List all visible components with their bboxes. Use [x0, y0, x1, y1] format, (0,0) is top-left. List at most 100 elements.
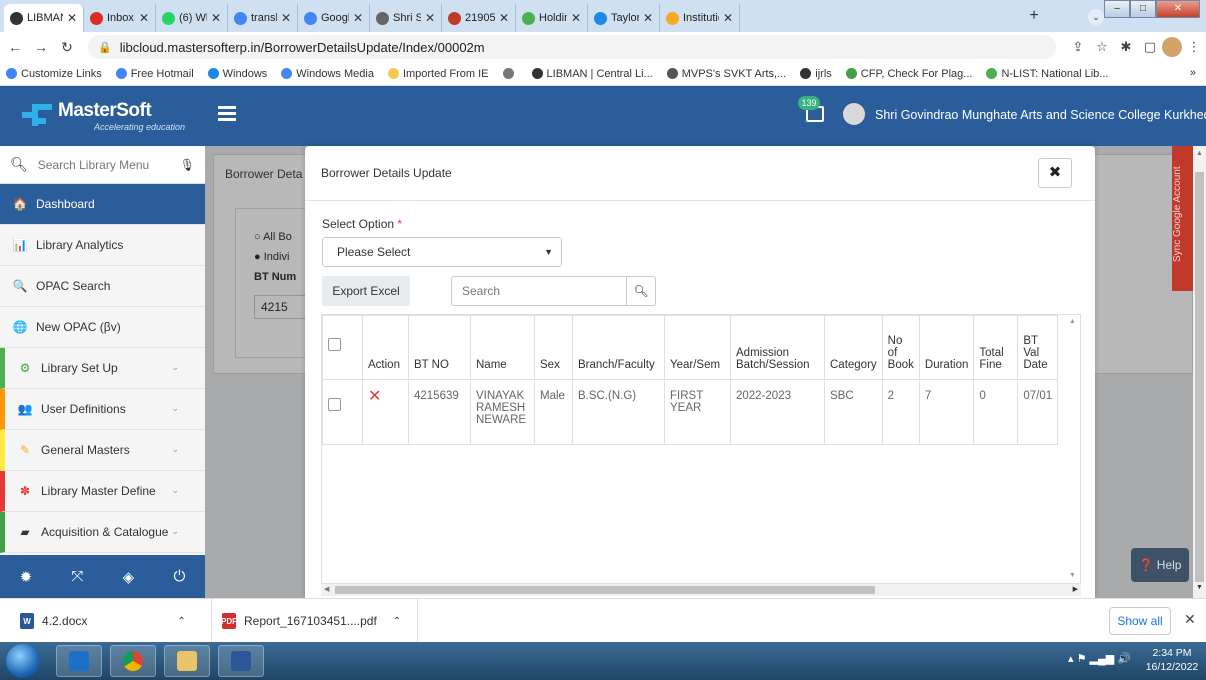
reload-icon[interactable]: ↻	[56, 39, 78, 56]
bookmark-icon	[800, 68, 812, 79]
delete-row-icon[interactable]: ✕	[368, 388, 381, 405]
bookmark-item[interactable]: LIBMAN | Central Li...	[531, 68, 653, 80]
browser-tab[interactable]: Institutio ✕	[660, 4, 740, 32]
show-all-downloads-button[interactable]: Show all	[1109, 607, 1171, 635]
sidebar-item-library-set-up[interactable]: ⚙ Library Set Up ⌄	[0, 348, 205, 389]
taskbar-clock[interactable]: 2:34 PM 16/12/2022	[1143, 646, 1201, 674]
tab-close-icon[interactable]: ✕	[67, 11, 77, 25]
select-all-checkbox[interactable]	[328, 337, 341, 351]
bookmark-item[interactable]: MVPS's SVKT Arts,...	[666, 68, 786, 80]
browser-tab[interactable]: Google ✕	[298, 4, 370, 32]
table-scroll-down[interactable]: ▼	[1069, 572, 1076, 579]
bookmark-item[interactable]	[502, 68, 518, 79]
browser-tab[interactable]: Shri Shiva ✕	[370, 4, 442, 32]
fullscreen-icon[interactable]: ⤧	[71, 568, 83, 585]
table-scroll-up[interactable]: ▲	[1069, 318, 1076, 325]
bookmark-item[interactable]: Windows	[207, 68, 267, 80]
bookmark-item[interactable]: Imported From IE	[387, 68, 489, 80]
tab-close-icon[interactable]: ✕	[139, 11, 149, 25]
bookmark-item[interactable]: Free Hotmail	[115, 68, 194, 80]
borrower-table: Action BT NO Name Sex Branch/Faculty Year/Sem…	[321, 314, 1081, 584]
system-tray-icons[interactable]: ▴ ⚑ ▂▄▆ 🔊	[1068, 652, 1131, 665]
modal-close-button[interactable]: ✖	[1038, 158, 1072, 188]
browser-tab[interactable]: (6) Whats ✕	[156, 4, 228, 32]
extensions-icon[interactable]: ✱	[1114, 39, 1138, 55]
sidebar-item-user-definitions[interactable]: 👥 User Definitions ⌄	[0, 389, 205, 430]
browser-tab[interactable]: Taylor & ✕	[588, 4, 660, 32]
share-icon[interactable]: ⇪	[1066, 39, 1090, 55]
url-field[interactable]: 🔒 libcloud.mastersofterp.in/BorrowerDeta…	[88, 35, 1056, 59]
taskbar-explorer[interactable]	[164, 645, 210, 677]
select-option-dropdown[interactable]: Please Select ▼	[322, 237, 562, 267]
taskbar-chrome[interactable]	[110, 645, 156, 677]
table-search-input[interactable]: Search	[451, 276, 627, 306]
back-icon[interactable]: ←	[4, 39, 26, 55]
bookmark-item[interactable]: N-LIST: National Lib...	[986, 68, 1108, 80]
sidepanel-icon[interactable]: ▢	[1138, 39, 1162, 55]
download-item[interactable]: W 4.2.docx ⌃	[10, 599, 212, 643]
microphone-icon[interactable]: 🎙	[180, 158, 195, 172]
sync-google-account-tab[interactable]: Sync Google Account	[1172, 146, 1194, 291]
export-excel-button[interactable]: Export Excel	[322, 276, 410, 306]
sidebar-item-library-analytics[interactable]: 📊 Library Analytics	[0, 225, 205, 266]
taskbar-word[interactable]	[218, 645, 264, 677]
power-icon[interactable]: ⏻	[173, 568, 185, 585]
user-avatar[interactable]	[843, 103, 865, 125]
sidebar-item-acquisition-catalogue[interactable]: ▰ Acquisition & Catalogue ⌄	[0, 512, 205, 553]
tab-close-icon[interactable]: ✕	[643, 11, 653, 25]
tab-close-icon[interactable]: ✕	[571, 11, 581, 25]
mastersoft-logo[interactable]: MasterSoft Accelerating education	[0, 86, 205, 146]
browser-tab[interactable]: Inbox (3 ✕	[84, 4, 156, 32]
browser-tab[interactable]: LIBMAN ✕	[4, 4, 84, 32]
column-header: Category	[824, 315, 883, 380]
sidebar-item-opac-search[interactable]: 🔍 OPAC Search	[0, 266, 205, 307]
sidebar-item-general-masters[interactable]: ✎ General Masters ⌄	[0, 430, 205, 471]
forward-icon[interactable]: →	[30, 39, 52, 55]
browser-tab[interactable]: Holdings ✕	[516, 4, 588, 32]
bookmark-item[interactable]: Customize Links	[6, 68, 102, 80]
bookmark-item[interactable]: Windows Media	[281, 68, 374, 80]
sidebar-item-icon: 🌐	[12, 320, 28, 334]
taskbar-outlook[interactable]	[56, 645, 102, 677]
tab-close-icon[interactable]: ✕	[723, 11, 733, 25]
bookmarks-more-icon[interactable]: »	[1190, 67, 1196, 79]
row-checkbox[interactable]	[328, 398, 341, 411]
tab-close-icon[interactable]: ✕	[499, 11, 509, 25]
bookmark-item[interactable]: ijrls	[800, 68, 832, 80]
search-library-menu[interactable]: 🔍︎ Search Library Menu 🎙	[0, 146, 205, 184]
download-item[interactable]: PDF Report_167103451....pdf ⌃	[212, 599, 418, 643]
tab-close-icon[interactable]: ✕	[425, 11, 435, 25]
sidebar-item-new-opac-v[interactable]: 🌐 New OPAC (βv)	[0, 307, 205, 348]
tab-close-icon[interactable]: ✕	[281, 11, 291, 25]
chevron-up-icon[interactable]: ⌃	[177, 616, 185, 627]
browser-tab[interactable]: 21905_13 ✕	[442, 4, 516, 32]
hamburger-menu-icon[interactable]	[218, 106, 236, 122]
bookmark-star-icon[interactable]: ☆	[1090, 39, 1114, 55]
help-button[interactable]: ❓ Help	[1131, 548, 1189, 582]
table-search-button[interactable]: 🔍︎	[626, 276, 656, 306]
browser-tab[interactable]: translate ✕	[228, 4, 298, 32]
toolbar-icons: ⇪ ☆ ✱ ▢ ⋮	[1066, 37, 1206, 57]
bookmark-item[interactable]: CFP, Check For Plag...	[845, 68, 972, 80]
tab-close-icon[interactable]: ✕	[353, 11, 363, 25]
close-window-button[interactable]: ✕	[1156, 0, 1200, 18]
tab-close-icon[interactable]: ✕	[211, 11, 221, 25]
start-button[interactable]	[6, 644, 40, 678]
tab-search-button[interactable]: ⌄	[1088, 9, 1104, 25]
select-all-header[interactable]	[322, 315, 363, 380]
close-downloads-icon[interactable]: ✕	[1184, 611, 1196, 628]
sidebar-item-library-master-define[interactable]: ✽ Library Master Define ⌄	[0, 471, 205, 512]
minimize-button[interactable]: –	[1104, 0, 1130, 18]
page-scrollbar[interactable]: ▲ ▼	[1193, 146, 1206, 598]
menu-kebab-icon[interactable]: ⋮	[1182, 39, 1206, 55]
college-name-dropdown[interactable]: Shri Govindrao Munghate Arts and Science…	[875, 107, 1206, 122]
chevron-up-icon[interactable]: ⌃	[393, 616, 401, 627]
table-horizontal-scrollbar[interactable]: ◀ ▶	[321, 584, 1081, 596]
settings-gear-icon[interactable]: ✹	[20, 568, 33, 586]
sidebar-item-dashboard[interactable]: 🏠 Dashboard	[0, 184, 205, 225]
new-tab-button[interactable]: +	[1024, 7, 1044, 27]
tab-title: Holdings	[539, 12, 567, 24]
maximize-button[interactable]: □	[1130, 0, 1156, 18]
profile-avatar[interactable]	[1162, 37, 1182, 57]
tool-icon[interactable]: ◈	[123, 568, 135, 586]
